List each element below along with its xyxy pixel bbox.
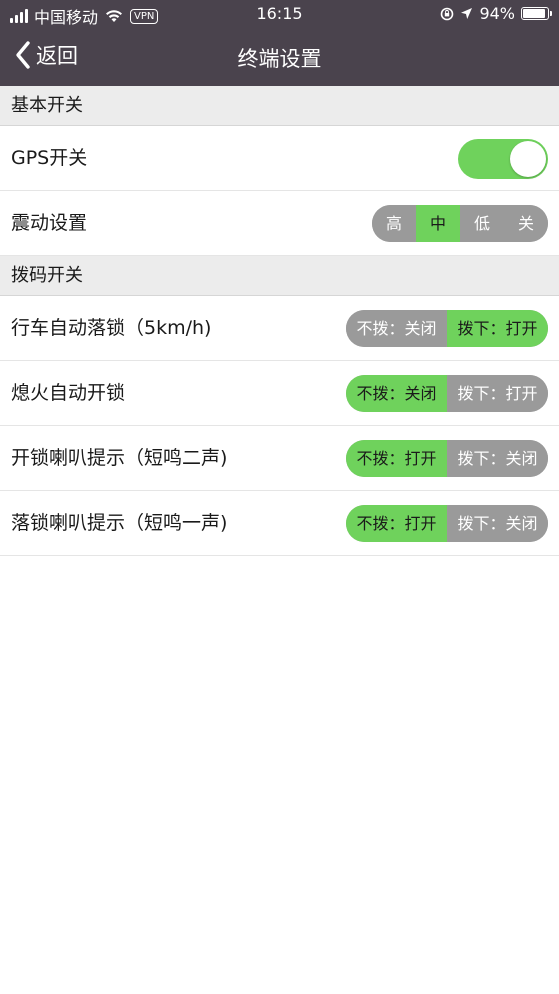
status-right: 94% xyxy=(440,4,552,23)
dip-option-not-flipped[interactable]: 不拨：关闭 xyxy=(346,310,447,347)
vibration-option-medium[interactable]: 中 xyxy=(416,205,460,242)
vibration-option-off[interactable]: 关 xyxy=(504,205,548,242)
orientation-lock-icon xyxy=(441,7,454,20)
dip-option-not-flipped[interactable]: 不拨：打开 xyxy=(346,505,447,542)
section-header-dip: 拨码开关 xyxy=(0,256,559,296)
battery-percent: 94% xyxy=(479,4,515,23)
dip-row-unlock-horn: 开锁喇叭提示（短鸣二声) 不拨：打开 拨下：关闭 xyxy=(0,426,559,491)
vibration-segmented-control: 高 中 低 关 xyxy=(372,205,548,242)
dip-row-lock-horn: 落锁喇叭提示（短鸣一声) 不拨：打开 拨下：关闭 xyxy=(0,491,559,556)
dip-option-flipped[interactable]: 拨下：打开 xyxy=(447,310,548,347)
dip-option-flipped[interactable]: 拨下：关闭 xyxy=(447,505,548,542)
dip-option-not-flipped[interactable]: 不拨：关闭 xyxy=(346,375,447,412)
nav-bar: 返回 终端设置 xyxy=(0,28,559,86)
dip-switch-unlock-horn: 不拨：打开 拨下：关闭 xyxy=(346,440,548,477)
battery-icon xyxy=(521,7,552,20)
dip-row-label: 开锁喇叭提示（短鸣二声) xyxy=(11,447,228,469)
dip-option-flipped[interactable]: 拨下：打开 xyxy=(447,375,548,412)
dip-row-drive-autolock: 行车自动落锁（5km/h) 不拨：关闭 拨下：打开 xyxy=(0,296,559,361)
dip-row-label: 熄火自动开锁 xyxy=(11,382,126,404)
dip-option-not-flipped[interactable]: 不拨：打开 xyxy=(346,440,447,477)
dip-row-engine-off-unlock: 熄火自动开锁 不拨：关闭 拨下：打开 xyxy=(0,361,559,426)
vibration-label: 震动设置 xyxy=(11,212,88,234)
dip-switch-engine-off-unlock: 不拨：关闭 拨下：打开 xyxy=(346,375,548,412)
status-bar: 中国移动 VPN 16:15 94% xyxy=(0,0,559,28)
dip-row-label: 行车自动落锁（5km/h) xyxy=(11,317,212,339)
dip-switch-drive-autolock: 不拨：关闭 拨下：打开 xyxy=(346,310,548,347)
vibration-option-low[interactable]: 低 xyxy=(460,205,504,242)
page-title: 终端设置 xyxy=(237,47,322,71)
dip-option-flipped[interactable]: 拨下：关闭 xyxy=(447,440,548,477)
gps-row: GPS开关 xyxy=(0,126,559,191)
location-arrow-icon xyxy=(461,8,473,19)
toggle-knob xyxy=(510,141,546,177)
dip-switch-lock-horn: 不拨：打开 拨下：关闭 xyxy=(346,505,548,542)
vibration-row: 震动设置 高 中 低 关 xyxy=(0,191,559,256)
gps-label: GPS开关 xyxy=(11,147,88,169)
vibration-option-high[interactable]: 高 xyxy=(372,205,416,242)
section-header-basic: 基本开关 xyxy=(0,86,559,126)
gps-toggle[interactable] xyxy=(458,139,548,179)
dip-row-label: 落锁喇叭提示（短鸣一声) xyxy=(11,512,228,534)
